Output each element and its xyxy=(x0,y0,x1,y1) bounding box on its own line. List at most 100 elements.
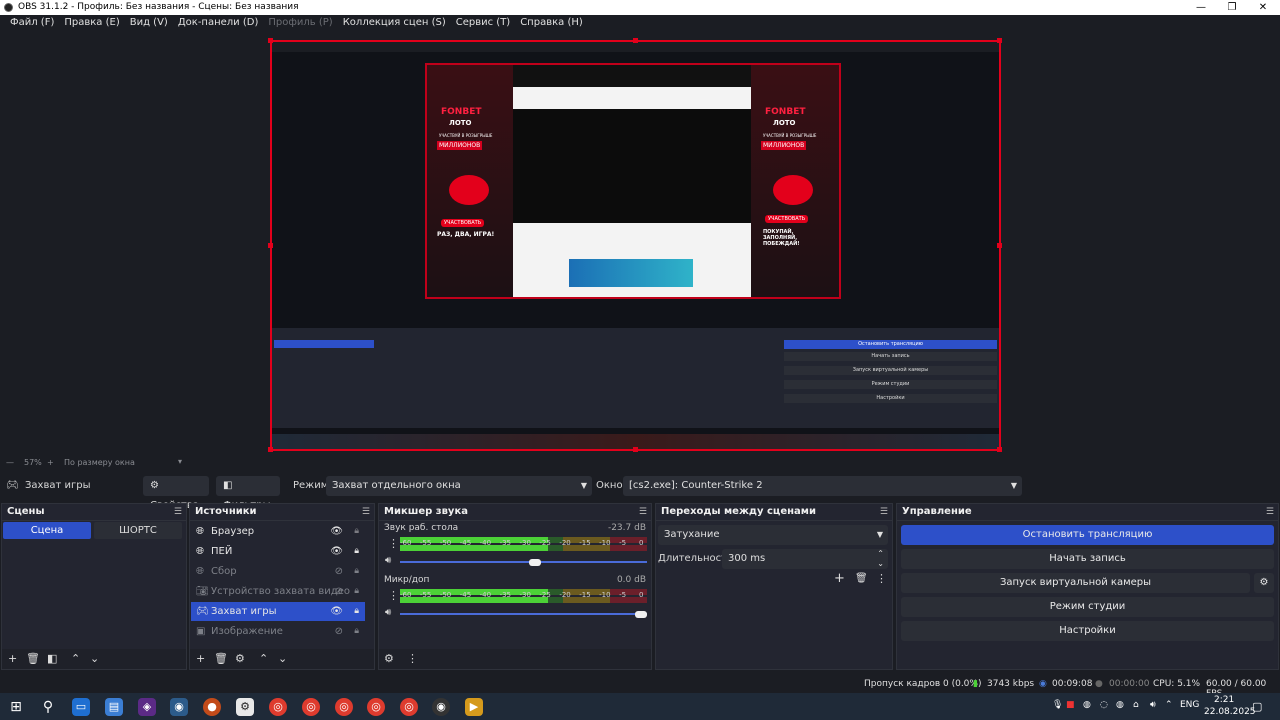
source-item[interactable]: 📷︎ Устройство захвата видео ⊘ 🔒︎ xyxy=(191,582,365,601)
tray-app-icon[interactable]: ◌ xyxy=(1100,700,1108,710)
add-icon[interactable]: + xyxy=(834,571,845,586)
network-icon[interactable]: ⌂ xyxy=(1133,700,1139,710)
lock-icon[interactable]: 🔒︎ xyxy=(354,542,359,561)
minimize-button[interactable]: — xyxy=(1186,0,1216,15)
start-record-button[interactable]: Начать запись xyxy=(901,549,1274,569)
eye-icon[interactable]: 👁︎ xyxy=(330,522,343,541)
maximize-button[interactable]: ❐ xyxy=(1217,0,1247,15)
lock-icon[interactable]: 🔒︎ xyxy=(354,582,359,601)
volume-slider-knob[interactable] xyxy=(529,559,542,566)
dock-menu-icon[interactable]: ☰ xyxy=(639,504,647,520)
windows-start-icon[interactable]: ⊞ xyxy=(7,698,25,716)
speaker-icon[interactable]: 🔊︎ xyxy=(385,555,391,566)
zoom-out-icon[interactable]: — xyxy=(6,458,14,467)
zoom-in-icon[interactable]: + xyxy=(47,458,54,467)
menu-view[interactable]: Вид (V) xyxy=(125,15,173,33)
tray-app-icon[interactable]: ◍ xyxy=(1116,700,1124,710)
chrome-icon[interactable]: ◎ xyxy=(269,698,287,716)
eye-icon[interactable]: 👁︎ xyxy=(330,602,343,621)
properties-button[interactable]: ⚙ Свойства xyxy=(143,476,209,511)
source-item[interactable]: 🎮︎ Захват игры 👁︎ 🔒︎ xyxy=(191,602,365,621)
chevron-up-icon[interactable]: ⌃ xyxy=(1165,700,1173,710)
dock-menu-icon[interactable]: ☰ xyxy=(174,504,182,520)
add-icon[interactable]: + xyxy=(8,652,17,665)
scene-item[interactable]: ШОРТС xyxy=(94,522,182,539)
media-icon[interactable]: ▶ xyxy=(465,698,483,716)
menu-docks[interactable]: Док-панели (D) xyxy=(173,15,264,33)
chrome-icon[interactable]: ◎ xyxy=(302,698,320,716)
chevron-up-icon[interactable]: ⌃ xyxy=(259,652,268,665)
resize-handle[interactable] xyxy=(997,243,1002,248)
source-item[interactable]: 🌐︎ Сбор ⊘ 🔒︎ xyxy=(191,562,365,581)
menu-help[interactable]: Справка (H) xyxy=(515,15,588,33)
menu-scene-collection[interactable]: Коллекция сцен (S) xyxy=(338,15,451,33)
tray-app-icon[interactable]: ■ xyxy=(1066,700,1075,710)
duration-field[interactable]: 300 ms ⌃ ⌄ xyxy=(722,549,888,569)
filters-button[interactable]: ◧ Фильтры xyxy=(216,476,280,511)
search-icon[interactable]: ⚲ xyxy=(39,698,57,716)
source-item[interactable]: 🌐︎ ПЕЙ 👁︎ 🔒︎ xyxy=(191,542,365,561)
preview-canvas[interactable]: FONBET ЛОТО УЧАСТВУЙ В РОЗЫГРЫШЕ МИЛЛИОН… xyxy=(268,38,1002,452)
virtual-cam-settings-button[interactable]: ⚙ xyxy=(1254,573,1274,593)
chrome-icon[interactable]: ◎ xyxy=(335,698,353,716)
more-icon[interactable]: ⋮ xyxy=(407,652,418,665)
chrome-icon[interactable]: ◎ xyxy=(400,698,418,716)
lock-icon[interactable]: 🔒︎ xyxy=(354,622,359,641)
firefox-icon[interactable]: ● xyxy=(203,698,221,716)
volume-icon[interactable]: 🔊︎ xyxy=(1150,700,1156,710)
notification-icon[interactable]: ▢ xyxy=(1252,700,1262,713)
advanced-audio-icon[interactable]: ⚙ xyxy=(384,652,394,665)
resize-handle[interactable] xyxy=(633,447,638,452)
stop-stream-button[interactable]: Остановить трансляцию xyxy=(901,525,1274,545)
transition-select[interactable]: Затухание ▼ xyxy=(658,525,888,545)
chrome-icon[interactable]: ◎ xyxy=(367,698,385,716)
lock-icon[interactable]: 🔒︎ xyxy=(354,522,359,541)
chevron-down-icon[interactable]: ⌄ xyxy=(278,652,287,665)
clock-time[interactable]: 2:21 xyxy=(1214,695,1234,705)
volume-slider[interactable] xyxy=(400,613,647,615)
volume-slider-knob[interactable] xyxy=(635,611,647,618)
chevron-down-icon[interactable]: ⌄ xyxy=(90,652,99,665)
chevron-down-icon[interactable]: ⌄ xyxy=(877,554,884,574)
volume-slider[interactable] xyxy=(400,561,647,563)
trash-icon[interactable]: 🗑︎ xyxy=(26,652,40,665)
mode-select[interactable]: Захват отдельного окна ▼ xyxy=(326,476,592,496)
settings-button[interactable]: Настройки xyxy=(901,621,1274,641)
eye-off-icon[interactable]: ⊘ xyxy=(335,622,343,641)
resize-handle[interactable] xyxy=(997,447,1002,452)
more-icon[interactable]: ⋮ xyxy=(388,589,399,602)
resize-handle[interactable] xyxy=(268,38,273,43)
window-select[interactable]: [cs2.exe]: Counter-Strike 2 ▼ xyxy=(623,476,1022,496)
app-icon[interactable]: ⚙ xyxy=(236,698,254,716)
taskview-icon[interactable]: ▭ xyxy=(72,698,90,716)
eye-off-icon[interactable]: ⊘ xyxy=(335,562,343,581)
filter-icon[interactable]: ◧ xyxy=(47,652,57,665)
clock-date[interactable]: 22.08.2025 xyxy=(1204,707,1256,717)
chevron-up-icon[interactable]: ⌃ xyxy=(71,652,80,665)
studio-mode-button[interactable]: Режим студии xyxy=(901,597,1274,617)
lock-icon[interactable]: 🔒︎ xyxy=(354,562,359,581)
speaker-icon[interactable]: 🔊︎ xyxy=(385,607,391,618)
resize-handle[interactable] xyxy=(268,447,273,452)
more-icon[interactable]: ⋮ xyxy=(388,537,399,550)
add-icon[interactable]: + xyxy=(196,652,205,665)
close-button[interactable]: ✕ xyxy=(1248,0,1278,15)
resize-handle[interactable] xyxy=(268,243,273,248)
trash-icon[interactable]: 🗑︎ xyxy=(214,652,228,665)
app-icon[interactable]: ◉ xyxy=(170,698,188,716)
trash-icon[interactable]: 🗑︎ xyxy=(855,573,868,584)
gear-icon[interactable]: ⚙ xyxy=(235,652,245,665)
source-item[interactable]: 🌐︎ Браузер 👁︎ 🔒︎ xyxy=(191,522,365,541)
notepad-icon[interactable]: ▤ xyxy=(105,698,123,716)
resize-handle[interactable] xyxy=(997,38,1002,43)
dock-menu-icon[interactable]: ☰ xyxy=(880,504,888,520)
dock-menu-icon[interactable]: ☰ xyxy=(362,504,370,520)
source-item[interactable]: ▣ Изображение ⊘ 🔒︎ xyxy=(191,622,365,641)
zoom-fit-select[interactable]: По размеру окна xyxy=(64,458,135,467)
virtual-cam-button[interactable]: Запуск виртуальной камеры xyxy=(901,573,1250,593)
mic-icon[interactable]: 🎙︎ xyxy=(1052,700,1063,710)
chevron-down-icon[interactable]: ▾ xyxy=(178,457,182,466)
eye-off-icon[interactable]: ⊘ xyxy=(335,582,343,601)
menu-tools[interactable]: Сервис (T) xyxy=(451,15,515,33)
obs-icon[interactable]: ◉ xyxy=(432,698,450,716)
